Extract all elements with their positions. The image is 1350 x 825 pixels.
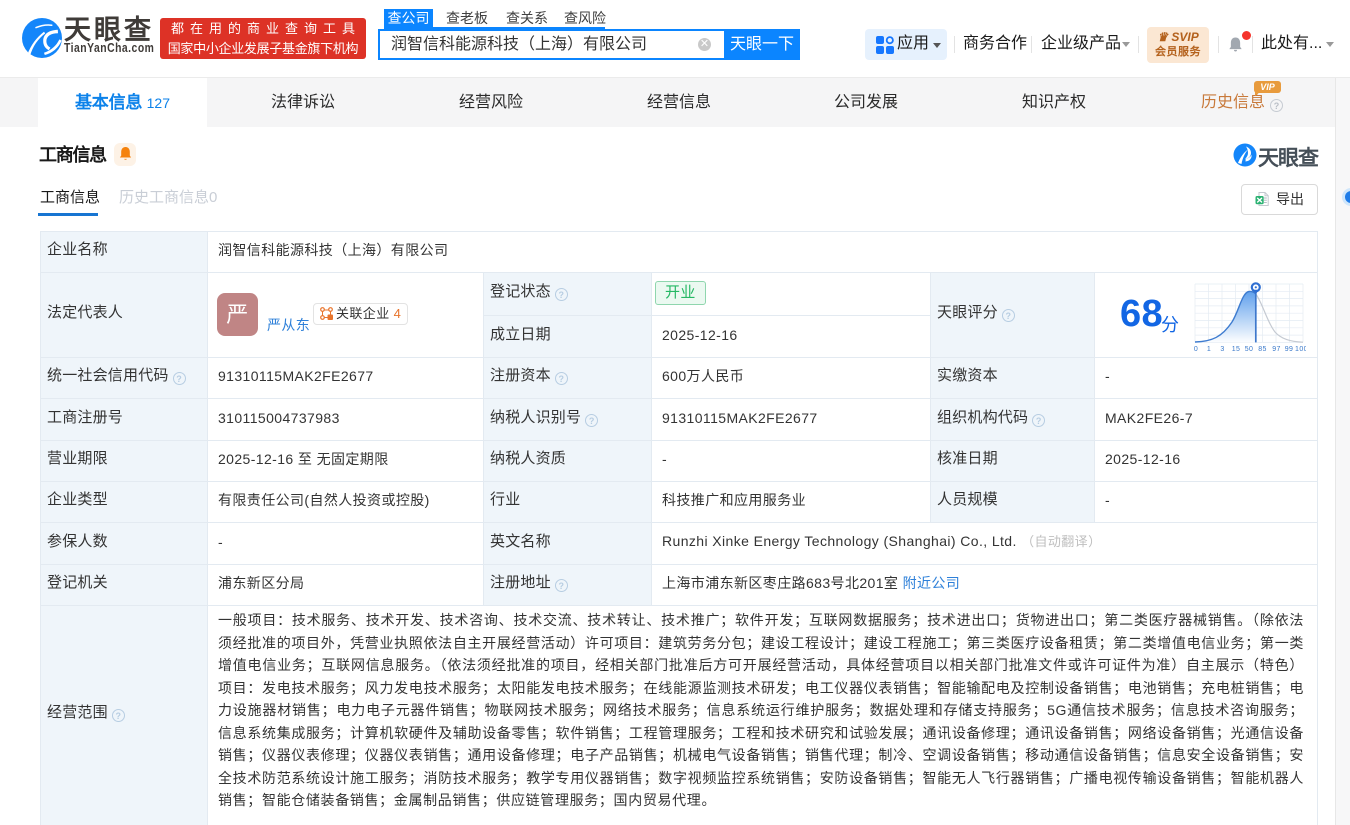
svg-text:15: 15 xyxy=(1232,346,1241,353)
svg-text:3: 3 xyxy=(1220,346,1224,353)
svg-text:1: 1 xyxy=(1207,346,1211,353)
svg-text:100: 100 xyxy=(1295,346,1306,353)
svg-text:85: 85 xyxy=(1258,346,1267,353)
svg-text:99: 99 xyxy=(1285,346,1294,353)
svg-text:97: 97 xyxy=(1272,346,1281,353)
svg-text:0: 0 xyxy=(1194,346,1198,353)
svg-text:50: 50 xyxy=(1245,346,1254,353)
